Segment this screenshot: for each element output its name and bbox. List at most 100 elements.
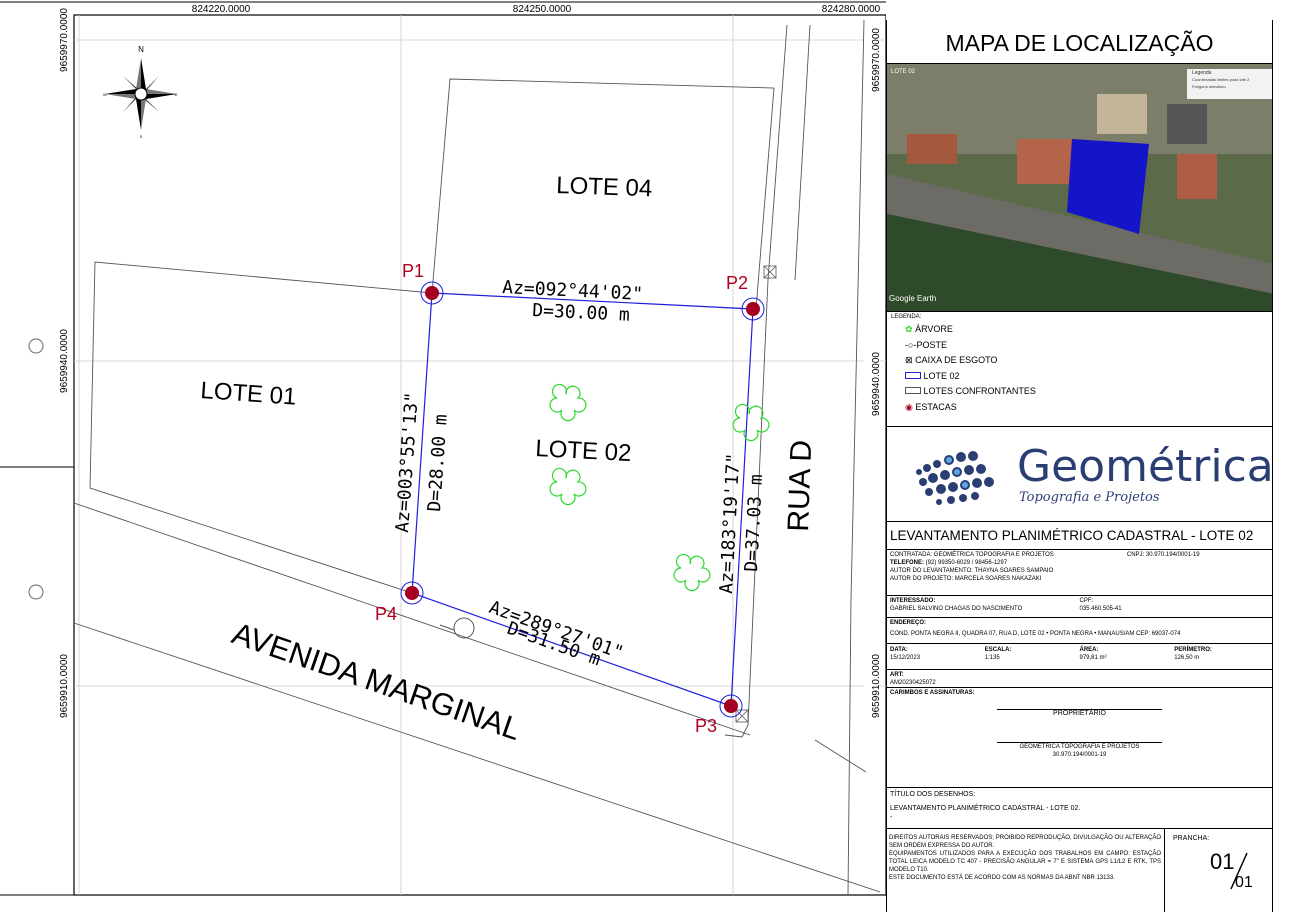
escala-label: ESCALA: — [984, 647, 1012, 653]
y-coord-label-right: 9659910.0000 — [871, 654, 882, 718]
sewer-box-icon: ⊠ — [905, 355, 913, 365]
neighbor-line-icon — [905, 387, 921, 394]
logo-box: Geométrica Topografia e Projetos — [886, 427, 1274, 522]
right-label-strip — [864, 22, 880, 892]
tree-icon — [549, 467, 587, 506]
address-box: ENDEREÇO: COND. PONTA NEGRA II, QUADRA 0… — [886, 618, 1273, 644]
cnpj: CNPJ: 30.970.194/0001-19 — [1126, 552, 1200, 558]
interessado-label: INTERESSADO: — [890, 598, 936, 604]
endereco-label: ENDEREÇO: — [890, 620, 927, 626]
tree-icon: ✿ — [905, 324, 913, 334]
pole-circle — [28, 584, 44, 600]
art-box: ART: AM20230425072 — [886, 670, 1273, 688]
survey-title-box: LEVANTAMENTO PLANIMÉTRICO CADASTRAL - LO… — [886, 522, 1273, 550]
sewer-box-icon — [763, 265, 777, 279]
compass-w: W — [103, 92, 107, 97]
telefone-label: TELEFONE: — [890, 560, 924, 566]
logo-icon — [909, 442, 999, 512]
legend-tree: ✿ ÁRVORE — [905, 324, 953, 334]
sewer-box-icon — [735, 709, 749, 723]
az-p2p3: Az=183°19'17" — [716, 452, 744, 594]
x-coord-label: 824220.0000 — [192, 4, 251, 15]
legend-title: LEGENDA: — [891, 314, 922, 320]
lote-01-outline — [89, 261, 433, 594]
x-coord-label: 824250.0000 — [513, 4, 572, 15]
satellite-image — [887, 64, 1272, 311]
avenida-label: AVENIDA MARGINAL — [228, 616, 526, 748]
rua-d-label: RUA D — [782, 439, 818, 532]
art-label: ART: — [890, 672, 904, 678]
titulo-dash: - — [890, 814, 893, 821]
d-p4p1: D=28.00 m — [424, 414, 452, 513]
y-coord-label: 9659970.0000 — [59, 8, 70, 72]
tree-icon — [732, 403, 770, 442]
equipamentos: EQUIPAMENTOS UTILIZADOS PARA A EXECUÇÃO … — [889, 851, 1161, 873]
telefone: (92) 99350-6029 / 98456-1297 — [925, 560, 1008, 566]
pole-circle — [28, 338, 44, 354]
geometrica-signature: GEOMÉTRICA TOPOGRAFIA E PROJETOS — [1019, 744, 1140, 750]
y-coord-label-right: 9659970.0000 — [871, 28, 882, 92]
autor-levantamento: AUTOR DO LEVANTAMENTO: THAYNA SOARES SAM… — [890, 568, 1054, 574]
area-label: ÁREA: — [1079, 647, 1099, 653]
data-box: DATA: ESCALA: ÁREA: PERÍMETRO: 15/12/2023 1:… — [886, 644, 1273, 670]
client-box: INTERESSADO: CPF: GABRIEL SALVINO CHAGAS … — [886, 596, 1273, 618]
y-coord-label: 9659910.0000 — [59, 654, 70, 718]
stake-label: P2 — [726, 273, 748, 293]
legend-pole: -○-POSTE — [905, 339, 947, 350]
inset-legend-1: Coordenadas limites poda lote 2 — [1192, 77, 1250, 82]
pole-icon — [439, 617, 475, 639]
map-frame — [73, 14, 886, 896]
d-p2p3: D=37.03 m — [741, 474, 767, 573]
legend-stakes: ◉ ESTACAS — [905, 401, 957, 412]
stake-label: P1 — [402, 261, 424, 281]
notes-box: DIREITOS AUTORAIS RESERVADOS; PROIBIDO R… — [886, 829, 1273, 912]
lote-01-label: LOTE 01 — [200, 377, 298, 411]
satellite-inset: LOTE 02 Legenda Coordenadas limites poda… — [886, 64, 1273, 312]
compass-rose-icon: N S W E — [103, 45, 178, 139]
coordinate-grid — [74, 15, 886, 895]
compass-n: N — [138, 45, 144, 54]
tree-icon — [549, 383, 587, 422]
logo-subtitle: Topografia e Projetos — [1019, 490, 1160, 505]
prancha-denominator: 01 — [1235, 874, 1253, 891]
titulo: LEVANTAMENTO PLANIMÉTRICO CADASTRAL - LO… — [890, 805, 1081, 812]
inset-label: LOTE 02 — [891, 69, 916, 75]
perimetro-value: 126,50 m — [1174, 655, 1200, 661]
x-coord-label: 824280.0000 — [822, 4, 881, 15]
lote-04-label: LOTE 04 — [556, 172, 653, 202]
direitos: DIREITOS AUTORAIS RESERVADOS; PROIBIDO R… — [889, 835, 1161, 849]
endereco: COND. PONTA NEGRA II, QUADRA 07, RUA D, … — [890, 631, 1181, 637]
proprietario-label: PROPRIETÁRIO — [1053, 710, 1106, 717]
d-p1p2: D=30.00 m — [532, 300, 630, 326]
az-p1p2: Az=092°44'02" — [502, 277, 644, 305]
compass-s: S — [140, 134, 143, 139]
notes: DIREITOS AUTORAIS RESERVADOS; PROIBIDO R… — [889, 834, 1161, 882]
area-value: 979,81 m² — [1079, 655, 1107, 661]
data-value: 15/12/2023 — [890, 655, 921, 661]
autor-projeto: AUTOR DO PROJETO: MARCELA SOARES NAKAZAK… — [890, 576, 1042, 582]
compass-e: E — [175, 92, 178, 97]
geometrica-cnpj: 30.970.194/0001-19 — [1052, 752, 1107, 758]
survey-drawing: 824220.0000 824250.0000 824280.0000 9659… — [0, 1, 886, 910]
carimbos-label: CARIMBOS E ASSINATURAS: — [890, 690, 975, 696]
legend-box: LEGENDA: ✿ ÁRVORE -○-POSTE ⊠ CAIXA DE ES… — [886, 312, 1273, 427]
signatures-box: CARIMBOS E ASSINATURAS: PROPRIETÁRIO GEO… — [886, 688, 1273, 788]
lote-02-label: LOTE 02 — [535, 435, 632, 467]
drawing-title-box: TÍTULO DOS DESENHOS: LEVANTAMENTO PLANIM… — [886, 788, 1273, 829]
neighbor-lots — [73, 19, 881, 896]
data-label: DATA: — [890, 647, 908, 653]
tree-icon — [673, 553, 711, 592]
location-title-box: MAPA DE LOCALIZAÇÃO — [886, 20, 1273, 64]
legend-sewer: ⊠ CAIXA DE ESGOTO — [905, 355, 998, 365]
interessado: GABRIEL SALVINO CHAGAS DO NASCIMENTO — [890, 606, 1023, 612]
perimetro-label: PERÍMETRO: — [1174, 647, 1212, 653]
escala-value: 1:135 — [984, 655, 1000, 661]
prancha-box: PRANCHA: 01 01 — [1164, 829, 1273, 912]
inset-legend-title: Legenda — [1192, 70, 1212, 76]
az-p4p1: Az=003°55'13" — [392, 391, 423, 533]
y-coord-label: 9659940.0000 — [59, 329, 70, 393]
lot-line-icon — [905, 371, 921, 379]
legend-lot: LOTE 02 — [905, 369, 1272, 385]
titulo-label: TÍTULO DOS DESENHOS: — [890, 791, 976, 798]
contratada: CONTRATADA: GEOMÉTRICA TOPOGRAFIA E PROJ… — [890, 552, 1054, 558]
